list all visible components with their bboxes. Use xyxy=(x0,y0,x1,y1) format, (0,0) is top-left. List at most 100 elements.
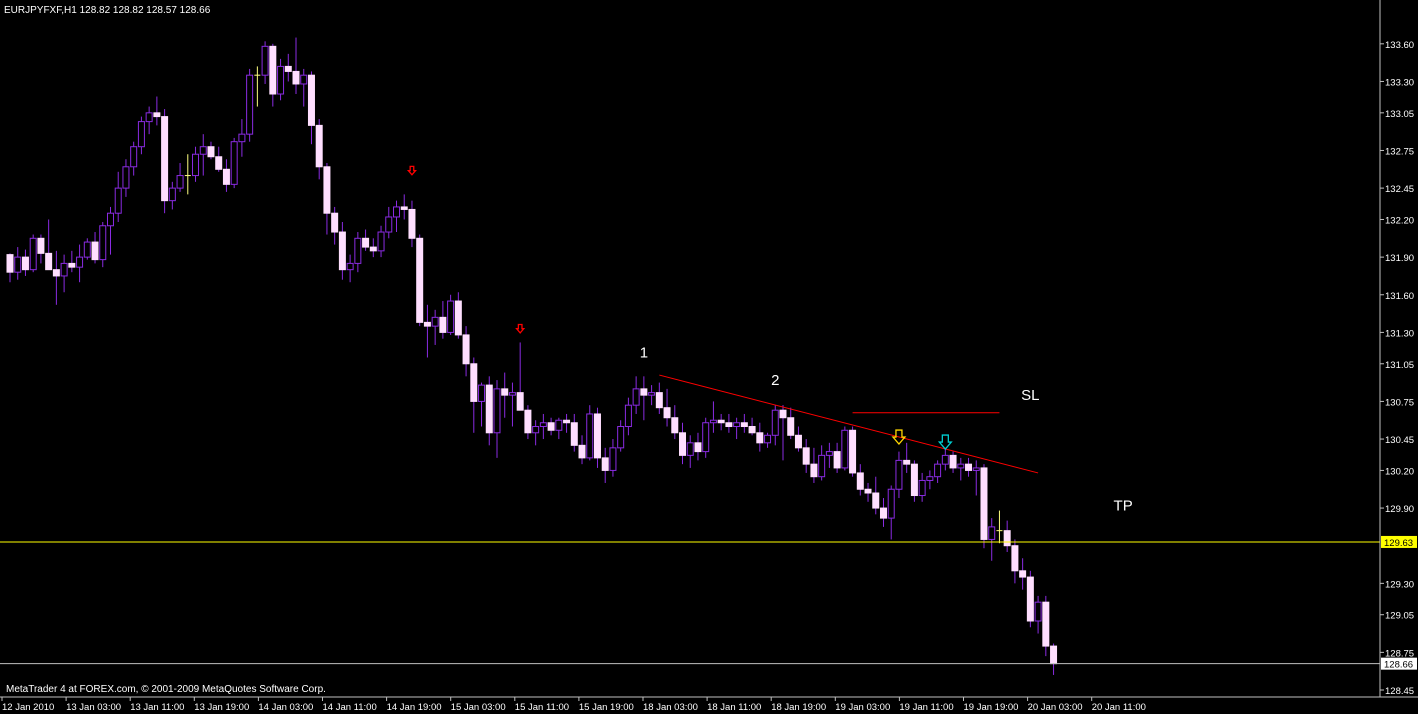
candle xyxy=(83,238,91,260)
price-tick-label: 132.20 xyxy=(1385,215,1414,226)
candle xyxy=(238,119,246,157)
price-tick-label: 132.75 xyxy=(1385,146,1414,157)
candle-body xyxy=(176,175,184,189)
candle xyxy=(508,382,516,427)
candle xyxy=(648,385,656,406)
candle-body xyxy=(864,488,872,494)
time-tick-label: 14 Jan 11:00 xyxy=(323,702,377,713)
candle-body xyxy=(516,392,524,411)
candle-body xyxy=(83,241,91,258)
candle xyxy=(516,342,524,411)
candle-body xyxy=(570,422,578,446)
candle xyxy=(176,163,184,192)
candle-body xyxy=(37,237,45,254)
candle-body xyxy=(106,212,114,227)
candle xyxy=(856,464,864,496)
candle xyxy=(60,254,68,293)
time-tick-label: 14 Jan 19:00 xyxy=(387,702,442,713)
candle-body xyxy=(478,384,486,402)
candle xyxy=(99,221,107,268)
candle xyxy=(153,96,161,126)
candle xyxy=(215,146,223,172)
candle-body xyxy=(393,206,400,218)
candle xyxy=(1050,643,1058,675)
candle-body xyxy=(261,45,269,76)
candle xyxy=(632,376,640,414)
candle-body xyxy=(400,206,408,210)
candle-body xyxy=(632,388,640,406)
candle xyxy=(45,219,53,271)
annotation-label: TP xyxy=(1114,498,1133,515)
candle xyxy=(663,388,671,427)
price-axis[interactable]: 133.60 133.30 133.05 132.75 132.45 132.20 131.… xyxy=(1380,40,1417,697)
candle-body xyxy=(29,237,37,271)
candle xyxy=(609,439,617,477)
candle-body xyxy=(45,252,53,271)
candle xyxy=(362,229,370,251)
candle-body xyxy=(199,146,207,155)
candle xyxy=(261,41,269,84)
price-chart[interactable]: 1 2 SL TP 133.60 133.30 133.05 132.75 132.45 132… xyxy=(0,0,1418,714)
price-tick-label: 133.60 xyxy=(1385,40,1414,51)
time-tick-label: 13 Jan 03:00 xyxy=(66,702,121,713)
candle xyxy=(207,141,215,160)
bid-price-label: 128.66 xyxy=(1381,657,1417,671)
price-tick-label: 129.30 xyxy=(1385,579,1414,590)
candle xyxy=(439,301,447,339)
candle-body xyxy=(686,442,694,456)
candle-body xyxy=(818,454,826,478)
candle-body xyxy=(385,216,393,233)
candle xyxy=(593,407,601,468)
candle xyxy=(161,109,169,214)
candle-body xyxy=(593,413,601,459)
candlestick-series xyxy=(6,37,1058,675)
candle xyxy=(21,249,29,276)
time-tick-label: 18 Jan 11:00 xyxy=(707,702,761,713)
price-tick-label: 130.75 xyxy=(1385,397,1414,408)
candle-body xyxy=(21,256,29,271)
candle-body xyxy=(52,269,60,277)
time-axis[interactable]: 12 Jan 2010 13 Jan 03:00 13 Jan 11:00 13 Ja… xyxy=(1,697,1146,713)
candle-body xyxy=(1050,645,1058,665)
price-tick-label: 131.90 xyxy=(1385,253,1414,264)
candle xyxy=(586,405,594,461)
candle xyxy=(640,376,648,421)
candle-body xyxy=(702,422,710,453)
candle xyxy=(903,442,911,473)
candle-body xyxy=(6,254,14,273)
copyright-text: MetaTrader 4 at FOREX.com, © 2001-2009 M… xyxy=(6,684,326,695)
candle xyxy=(825,442,833,468)
candle xyxy=(222,159,230,192)
candle xyxy=(733,417,741,440)
candle-body xyxy=(300,74,308,85)
candle-body xyxy=(624,404,632,428)
candle xyxy=(300,68,308,107)
candle-body xyxy=(949,454,957,469)
down-arrow-icon xyxy=(937,434,953,451)
candle-body xyxy=(941,454,949,465)
candle-body xyxy=(609,447,617,471)
candle-body xyxy=(153,112,161,118)
candle xyxy=(532,420,540,446)
candle-body xyxy=(122,166,130,189)
candle-body xyxy=(787,417,795,436)
candle-body xyxy=(408,208,416,239)
candle-body xyxy=(849,429,857,474)
tp-price-label-text: 129.63 xyxy=(1384,538,1413,549)
candle-body xyxy=(910,463,918,497)
price-tick-label: 130.20 xyxy=(1385,466,1414,477)
candle xyxy=(501,372,509,418)
candle xyxy=(416,234,424,327)
candle-body xyxy=(323,166,331,214)
candle xyxy=(563,413,571,433)
candle xyxy=(771,405,779,446)
candle xyxy=(6,253,14,283)
candle xyxy=(408,200,416,248)
price-tick-label: 131.05 xyxy=(1385,360,1414,371)
candle-body xyxy=(748,426,756,434)
candle xyxy=(570,413,578,452)
time-tick-label: 19 Jan 11:00 xyxy=(899,702,953,713)
time-tick-label: 15 Jan 11:00 xyxy=(515,702,569,713)
candle-body xyxy=(524,409,532,434)
candle-body xyxy=(539,422,547,428)
